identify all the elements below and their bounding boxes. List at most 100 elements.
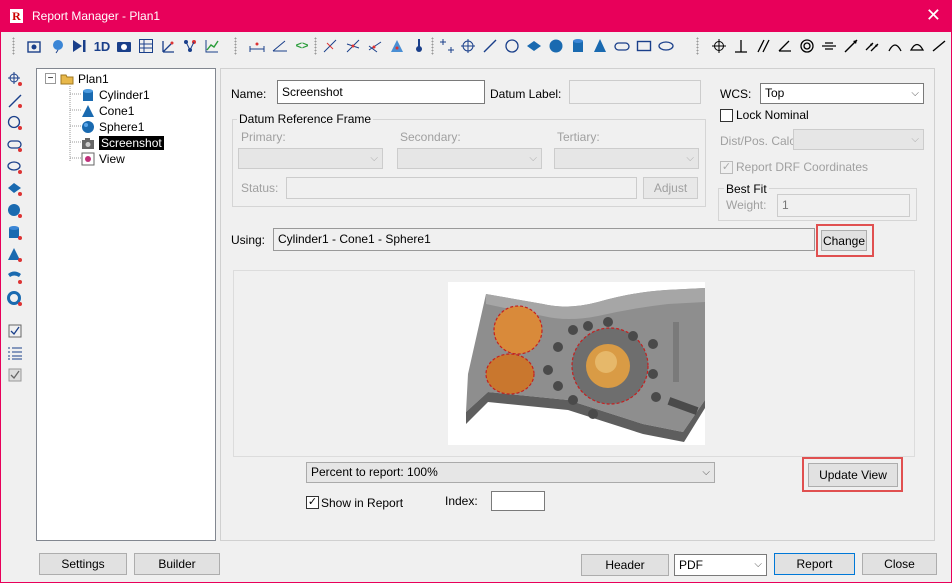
window-close-button[interactable]: ✕ (926, 5, 941, 25)
report-button[interactable]: Report (774, 553, 855, 575)
lock-nominal-label: Lock Nominal (736, 108, 809, 122)
plane-icon[interactable] (525, 37, 543, 55)
toolbar-grip[interactable] (234, 37, 237, 55)
adjust-button[interactable]: Adjust (643, 177, 698, 199)
tree-collapse-toggle[interactable]: − (45, 73, 56, 84)
tangent-icon[interactable] (321, 37, 339, 55)
name-input[interactable]: Screenshot (277, 80, 485, 104)
rectangle-icon[interactable] (635, 37, 653, 55)
primary-label: Primary: (241, 130, 286, 144)
index-input[interactable] (491, 491, 545, 511)
points-icon[interactable] (438, 37, 456, 55)
slot-tool-icon[interactable] (6, 136, 24, 154)
toolbar-grip[interactable] (12, 37, 15, 55)
play-next-icon[interactable] (70, 37, 88, 55)
list-icon[interactable] (6, 344, 24, 362)
point-tool-icon[interactable] (6, 70, 24, 88)
torus-tool-icon[interactable] (6, 290, 24, 308)
dist-pos-calc-dropdown[interactable]: ⌵ (793, 129, 924, 150)
chevron-down-icon: ⌵ (754, 559, 762, 570)
concentricity-icon[interactable] (798, 37, 816, 55)
tertiary-dropdown[interactable]: ⌵ (554, 148, 699, 169)
screenshot-icon[interactable] (26, 37, 44, 55)
primary-dropdown[interactable]: ⌵ (238, 148, 383, 169)
tree-root-plan1[interactable]: Plan1 (60, 71, 109, 87)
dimension-icon[interactable] (248, 37, 266, 55)
profile-surface-icon[interactable] (908, 37, 926, 55)
cone-icon[interactable] (591, 37, 609, 55)
screenshot-preview-image (448, 282, 705, 445)
balloon-icon[interactable] (49, 37, 67, 55)
circle-tool-icon[interactable] (6, 114, 24, 132)
weight-input[interactable]: 1 (777, 194, 910, 217)
tree-item-view[interactable]: View (81, 151, 125, 167)
profile-line-icon[interactable] (886, 37, 904, 55)
secondary-dropdown[interactable]: ⌵ (397, 148, 542, 169)
report-drf-checkbox[interactable]: ✓ (720, 161, 733, 174)
report-tree: − Plan1 Cylinder1 Cone1 Sphere1 Screensh… (36, 68, 216, 541)
toolbar-grip[interactable] (314, 37, 317, 55)
sphere-icon[interactable] (547, 37, 565, 55)
circle-icon[interactable] (503, 37, 521, 55)
ellipse-tool-icon[interactable] (6, 158, 24, 176)
title-bar: R Report Manager - Plan1 ✕ (1, 1, 951, 32)
tree-item-screenshot[interactable]: Screenshot (81, 135, 164, 151)
report-check-icon[interactable] (6, 366, 24, 384)
show-in-report-label: Show in Report (321, 496, 404, 510)
parallel-icon[interactable] (754, 37, 772, 55)
tree-item-cone1[interactable]: Cone1 (81, 103, 134, 119)
folder-open-icon (60, 74, 74, 85)
lock-nominal-checkbox[interactable] (720, 109, 733, 122)
cone-point-icon[interactable] (388, 37, 406, 55)
line-tool-icon[interactable] (6, 92, 24, 110)
symmetry-icon[interactable] (820, 37, 838, 55)
slot-icon[interactable] (613, 37, 631, 55)
tree-item-cylinder1[interactable]: Cylinder1 (81, 87, 150, 103)
total-runout-icon[interactable] (864, 37, 882, 55)
probe-icon[interactable] (410, 37, 428, 55)
wcs-selected-value: Top (765, 86, 785, 100)
percent-to-report-dropdown[interactable]: Percent to report: 100% ⌵ (306, 462, 715, 483)
ellipse-icon[interactable] (657, 37, 675, 55)
runout-icon[interactable] (842, 37, 860, 55)
table-icon[interactable] (137, 37, 155, 55)
camera-icon[interactable] (115, 37, 133, 55)
intersect-icon[interactable] (344, 37, 362, 55)
surface-tool-icon[interactable] (6, 268, 24, 286)
index-label: Index: (445, 494, 478, 508)
checklist-icon[interactable] (6, 322, 24, 340)
cone-tool-icon[interactable] (6, 246, 24, 264)
perpendicular-icon[interactable] (732, 37, 750, 55)
chart-axis-icon[interactable] (203, 37, 221, 55)
angularity-icon[interactable] (776, 37, 794, 55)
close-button[interactable]: Close (862, 553, 937, 575)
flatness-icon[interactable] (930, 37, 948, 55)
code-icon[interactable]: <> (293, 37, 311, 55)
target-icon[interactable] (459, 37, 477, 55)
one-d-icon[interactable]: 1D (93, 37, 111, 55)
datum-label-input[interactable] (569, 80, 701, 104)
axis-icon[interactable] (159, 37, 177, 55)
tree-item-label: Plan1 (78, 72, 109, 86)
nodes-icon[interactable] (181, 37, 199, 55)
show-in-report-checkbox[interactable]: ✓ (306, 496, 319, 509)
plane-tool-icon[interactable] (6, 180, 24, 198)
wcs-dropdown[interactable]: Top ⌵ (760, 83, 924, 104)
header-button[interactable]: Header (581, 554, 669, 576)
builder-button[interactable]: Builder (134, 553, 220, 575)
midline-icon[interactable] (366, 37, 384, 55)
angle-icon[interactable] (271, 37, 289, 55)
camera-icon (82, 138, 94, 149)
tree-item-sphere1[interactable]: Sphere1 (81, 119, 144, 135)
using-label: Using: (231, 233, 266, 247)
cylinder-tool-icon[interactable] (6, 224, 24, 242)
toolbar-grip[interactable] (696, 37, 699, 55)
sphere-tool-icon[interactable] (6, 202, 24, 220)
line-icon[interactable] (481, 37, 499, 55)
cylinder-icon[interactable] (569, 37, 587, 55)
best-fit-title: Best Fit (724, 182, 769, 196)
position-icon[interactable] (710, 37, 728, 55)
toolbar-grip[interactable] (431, 37, 434, 55)
format-dropdown[interactable]: PDF ⌵ (674, 554, 767, 576)
settings-button[interactable]: Settings (39, 553, 127, 575)
